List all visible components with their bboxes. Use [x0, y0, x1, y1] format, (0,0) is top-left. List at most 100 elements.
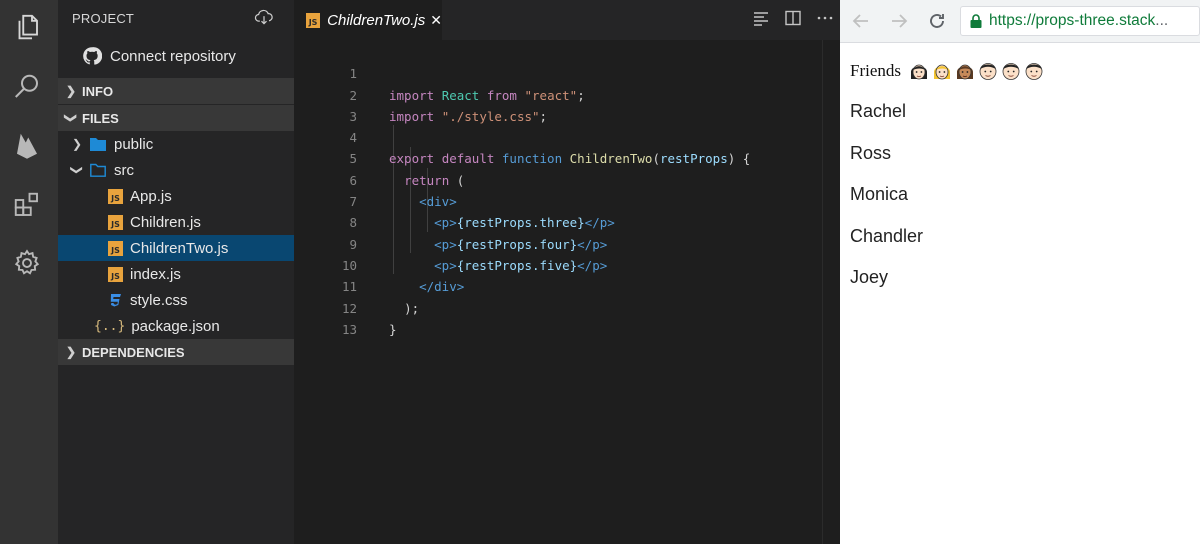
code-line-7: 7 <p>{restProps.three}</p>	[294, 170, 840, 230]
js-file-icon: JS	[108, 214, 123, 230]
settings-gear-icon[interactable]	[10, 246, 44, 280]
code-line-2: 2 import "./style.css";	[294, 63, 840, 124]
chevron-right-icon: ❯	[65, 345, 77, 359]
editor-toolbar	[752, 0, 834, 40]
code-area[interactable]: 1 import React from "react"; 2 import ".…	[294, 40, 840, 337]
code-line-10: 10 </div>	[294, 234, 840, 294]
back-arrow-icon[interactable]	[848, 8, 874, 34]
firebase-icon[interactable]	[10, 128, 44, 162]
tree-item-childrentwo-js[interactable]: JS ChildrenTwo.js	[58, 235, 294, 261]
names-list: Rachel Ross Monica Chandler Joey	[850, 91, 1190, 299]
file-explorer-sidebar: PROJECT Connect repository ❯ INFO ❯ FILE…	[58, 0, 294, 544]
dependencies-section-header[interactable]: ❯ DEPENDENCIES	[58, 339, 294, 365]
chevron-down-icon: ❯	[64, 112, 78, 124]
friend-name: Monica	[850, 184, 909, 205]
tree-item-label: ChildrenTwo.js	[130, 239, 229, 257]
woman-emoji-icon	[910, 64, 928, 80]
line-number: 13	[341, 321, 357, 337]
split-editor-icon[interactable]	[784, 9, 802, 32]
url-host: https://props-three.stack	[989, 12, 1156, 29]
tree-item-index-js[interactable]: JS index.js	[58, 261, 294, 287]
blonde-woman-emoji-icon	[933, 64, 951, 80]
friends-emojis	[908, 60, 1045, 82]
tree-item-label: index.js	[130, 265, 181, 283]
info-section-header[interactable]: ❯ INFO	[58, 78, 294, 104]
files-section-label: FILES	[82, 110, 119, 126]
tree-item-label: package.json	[131, 317, 220, 335]
punctuation: }	[389, 321, 397, 337]
explorer-icon[interactable]	[10, 10, 44, 44]
chevron-right-icon: ❯	[65, 84, 77, 98]
browser-preview: https://props-three.stack... Friends Rac…	[840, 0, 1200, 544]
close-tab-icon[interactable]: ✕	[430, 12, 442, 29]
code-line-8: 8 <p>{restProps.four}</p>	[294, 191, 840, 251]
url-truncation: ...	[1155, 12, 1169, 29]
info-section-label: INFO	[82, 83, 114, 99]
code-line-11: 11 );	[294, 255, 840, 315]
tree-item-label: public	[114, 135, 154, 153]
connect-repository-button[interactable]: Connect repository	[58, 36, 294, 76]
friend-name: Chandler	[850, 225, 924, 246]
tree-item-label: App.js	[130, 187, 172, 205]
lock-icon	[970, 14, 982, 28]
tree-item-children-js[interactable]: JS Children.js	[58, 209, 294, 235]
editor-scrollbar[interactable]	[822, 40, 841, 544]
code-line-13: 13	[294, 298, 840, 337]
tab-childrentwo-js[interactable]: JS ChildrenTwo.js ✕	[294, 0, 442, 40]
github-icon	[83, 47, 102, 65]
code-editor: JS ChildrenTwo.js ✕ 1 import React from …	[294, 0, 840, 544]
code-line-5: 5 return (	[294, 127, 840, 187]
editor-tab-bar: JS ChildrenTwo.js ✕	[294, 0, 840, 40]
more-actions-icon[interactable]	[816, 9, 834, 32]
rendered-page: Friends Rachel Ross Monica Chandler Joey	[840, 43, 1200, 313]
code-line-4: 4 export default function ChildrenTwo(re…	[294, 106, 840, 166]
man-emoji-icon	[979, 63, 997, 80]
tree-item-app-js[interactable]: JS App.js	[58, 183, 294, 209]
woman-medium-skin-emoji-icon	[956, 64, 974, 80]
connect-repository-label: Connect repository	[110, 47, 236, 65]
man-emoji-icon	[1002, 63, 1020, 80]
browser-toolbar: https://props-three.stack...	[840, 0, 1200, 43]
tab-label: ChildrenTwo.js	[327, 11, 426, 29]
chevron-right-icon: ❯	[71, 137, 83, 151]
js-file-icon: JS	[108, 188, 123, 204]
js-file-icon: JS	[108, 240, 123, 256]
project-title: PROJECT	[72, 10, 135, 26]
tree-item-label: Children.js	[130, 213, 201, 231]
tree-item-package-json[interactable]: {..} package.json	[58, 313, 294, 339]
tree-item-src[interactable]: ❯ src	[58, 157, 294, 183]
url-bar[interactable]: https://props-three.stack...	[960, 6, 1200, 36]
activity-bar	[0, 0, 58, 544]
friends-heading: Friends	[850, 57, 1190, 85]
search-icon[interactable]	[10, 70, 44, 104]
project-header: PROJECT	[58, 0, 294, 36]
tree-item-public[interactable]: ❯ public	[58, 131, 294, 157]
folder-open-icon	[90, 163, 106, 177]
files-section-header[interactable]: ❯ FILES	[58, 104, 294, 131]
code-line-6: 6 <div>	[294, 148, 840, 209]
extensions-icon[interactable]	[10, 188, 44, 222]
js-file-icon: JS	[306, 12, 321, 28]
friend-name: Ross	[850, 142, 892, 163]
cloud-download-icon[interactable]	[254, 7, 274, 30]
code-line-9: 9 <p>{restProps.five}</p>	[294, 212, 840, 273]
chevron-down-icon: ❯	[70, 164, 84, 176]
code-line-1: 1 import React from "react";	[294, 42, 840, 102]
code-line-12: 12 }	[294, 276, 840, 337]
folder-icon	[90, 137, 106, 151]
tree-item-label: style.css	[130, 291, 188, 309]
tree-item-style-css[interactable]: style.css	[58, 287, 294, 313]
css-file-icon	[108, 292, 123, 308]
dependencies-section-label: DEPENDENCIES	[82, 344, 185, 360]
friend-name: Joey	[850, 267, 889, 288]
forward-arrow-icon[interactable]	[886, 8, 912, 34]
tree-item-label: src	[114, 161, 134, 179]
format-lines-icon[interactable]	[752, 9, 770, 32]
friend-name: Rachel	[850, 101, 907, 121]
code-line-3: 3	[294, 85, 840, 124]
friends-label: Friends	[850, 61, 901, 80]
man-emoji-icon	[1025, 63, 1043, 80]
reload-icon[interactable]	[924, 8, 950, 34]
json-file-icon: {..}	[94, 318, 126, 334]
js-file-icon: JS	[108, 266, 123, 282]
